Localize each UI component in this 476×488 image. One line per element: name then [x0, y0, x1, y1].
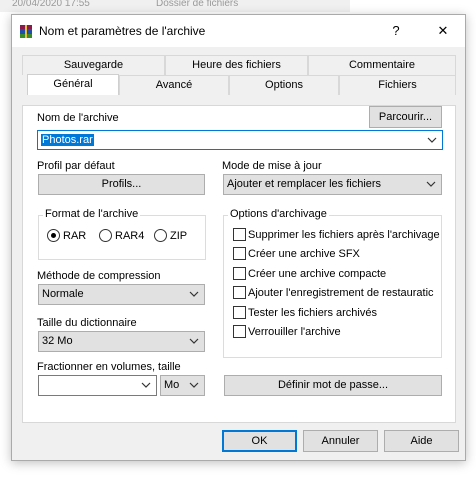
dictionary-label: Taille du dictionnaire: [37, 317, 137, 329]
tab-commentaire[interactable]: Commentaire: [308, 55, 456, 75]
chevron-down-icon: [426, 181, 436, 187]
help-button[interactable]: Aide: [384, 430, 459, 452]
checkbox-solid-archive-label: Créer une archive compacte: [248, 268, 387, 280]
chevron-down-icon: [141, 382, 151, 388]
archiving-options-label: Options d'archivage: [228, 208, 329, 220]
archive-format-label: Format de l'archive: [43, 208, 141, 220]
radio-rar[interactable]: [47, 229, 60, 242]
checkbox-recovery-record-label: Ajouter l'enregistrement de restauratic: [248, 287, 434, 299]
checkbox-lock-archive[interactable]: [233, 325, 246, 338]
checkbox-test-files[interactable]: [233, 306, 246, 319]
update-mode-select[interactable]: Ajouter et remplacer les fichiers: [223, 174, 442, 195]
compression-label: Méthode de compression: [37, 270, 161, 282]
dictionary-select[interactable]: 32 Mo: [38, 331, 205, 352]
window-title: Nom et paramètres de l'archive: [39, 24, 206, 38]
checkbox-test-files-label: Tester les fichiers archivés: [248, 307, 377, 319]
update-mode-value: Ajouter et remplacer les fichiers: [227, 178, 382, 190]
checkbox-solid-archive[interactable]: [233, 267, 246, 280]
tab-avance[interactable]: Avancé: [119, 75, 229, 95]
background-date: 20/04/2020 17:55: [12, 0, 90, 9]
radio-rar-label: RAR: [63, 230, 87, 242]
checkbox-recovery-record[interactable]: [233, 286, 246, 299]
general-panel: Nom de l'archive Parcourir... Photos.rar…: [22, 105, 456, 423]
chevron-down-icon: [189, 291, 199, 297]
compression-select[interactable]: Normale: [38, 284, 205, 305]
radio-rar4[interactable]: [99, 229, 112, 242]
tab-sauvegarde[interactable]: Sauvegarde: [22, 55, 165, 75]
split-unit-select[interactable]: Mo: [160, 375, 205, 396]
radio-selected-dot: [51, 233, 56, 238]
archive-name-field[interactable]: Photos.rar: [37, 130, 443, 150]
archive-name-label: Nom de l'archive: [37, 112, 119, 124]
checkbox-create-sfx-label: Créer une archive SFX: [248, 248, 360, 260]
tab-general[interactable]: Général: [27, 74, 119, 95]
background-type: Dossier de fichiers: [156, 0, 239, 9]
chevron-down-icon: [189, 382, 199, 388]
radio-rar4-label: RAR4: [115, 230, 145, 242]
winrar-icon: [20, 25, 32, 38]
set-password-button[interactable]: Définir mot de passe...: [224, 375, 442, 396]
split-label: Fractionner en volumes, taille: [37, 361, 181, 373]
dictionary-value: 32 Mo: [42, 335, 73, 347]
split-unit-value: Mo: [164, 379, 180, 391]
profiles-button[interactable]: Profils...: [38, 174, 205, 195]
browse-button[interactable]: Parcourir...: [369, 106, 442, 128]
tab-heure-des-fichiers[interactable]: Heure des fichiers: [165, 55, 308, 75]
radio-zip-label: ZIP: [170, 230, 188, 242]
title-bar: Nom et paramètres de l'archive ? ✕: [12, 15, 465, 47]
checkbox-delete-after[interactable]: [233, 228, 246, 241]
tab-fichiers[interactable]: Fichiers: [339, 75, 456, 95]
compression-value: Normale: [42, 288, 84, 300]
close-button[interactable]: ✕: [421, 15, 465, 47]
update-mode-label: Mode de mise à jour: [222, 160, 322, 172]
archive-dialog: Nom et paramètres de l'archive ? ✕ Sauve…: [11, 14, 466, 461]
default-profile-label: Profil par défaut: [37, 160, 115, 172]
checkbox-lock-archive-label: Verrouiller l'archive: [248, 326, 341, 338]
radio-zip[interactable]: [154, 229, 167, 242]
chevron-down-icon: [189, 338, 199, 344]
checkbox-delete-after-label: Supprimer les fichiers après l'archivage: [248, 229, 440, 241]
cancel-button[interactable]: Annuler: [303, 430, 378, 452]
split-size-field[interactable]: [38, 375, 157, 396]
background-explorer-row: 20/04/2020 17:55 Dossier de fichiers: [0, 0, 350, 12]
chevron-down-icon: [427, 137, 437, 143]
checkbox-create-sfx[interactable]: [233, 247, 246, 260]
help-title-button[interactable]: ?: [374, 15, 418, 47]
tab-options[interactable]: Options: [229, 75, 339, 95]
ok-button[interactable]: OK: [222, 430, 297, 452]
archive-name-value: Photos.rar: [41, 134, 94, 146]
